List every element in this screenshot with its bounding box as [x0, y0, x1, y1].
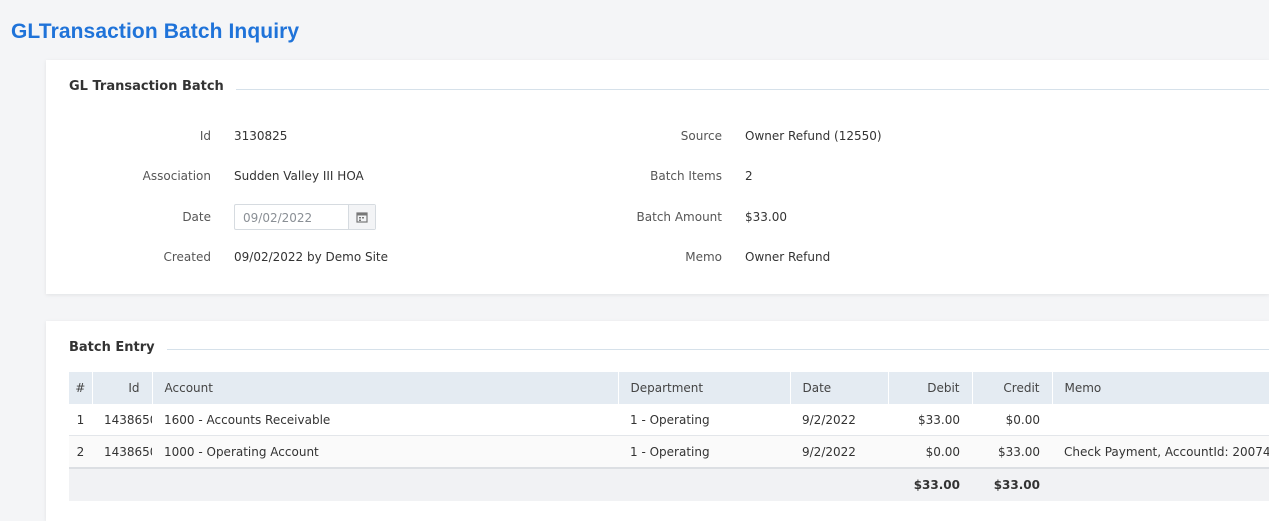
batch-amount-value: $33.00 [745, 210, 787, 224]
column-header-credit[interactable]: Credit [971, 372, 1052, 404]
total-empty [152, 467, 618, 501]
cell-credit: $33.00 [972, 435, 1052, 469]
cell-debit: $33.00 [888, 404, 972, 436]
date-field[interactable]: 09/02/2022 [234, 204, 376, 230]
id-label: Id [199, 129, 211, 143]
column-header-debit[interactable]: Debit [887, 372, 972, 404]
cell-credit: $0.00 [972, 404, 1052, 436]
cell-date: 9/2/2022 [790, 404, 888, 436]
association-value: Sudden Valley III HOA [234, 169, 364, 183]
section-title-batch: GL Transaction Batch [69, 79, 236, 94]
total-credit: $33.00 [972, 467, 1052, 501]
cell-date: 9/2/2022 [790, 435, 888, 469]
cell-account: 1600 - Accounts Receivable [152, 404, 618, 436]
total-empty [790, 467, 888, 501]
batch-entry-table: # Id Account Department Date Debit Credi… [69, 372, 1269, 501]
section-divider [69, 349, 1269, 350]
memo-label: Memo [685, 250, 722, 264]
cell-id: 14386509 [92, 435, 152, 469]
created-label: Created [163, 250, 212, 264]
source-value: Owner Refund (12550) [745, 129, 882, 143]
column-header-department[interactable]: Department [617, 372, 790, 404]
date-field-value: 09/02/2022 [243, 211, 313, 225]
column-header-id[interactable]: Id [91, 372, 152, 404]
source-label: Source [680, 129, 722, 143]
cell-memo: Check Payment, AccountId: 2007466 [1052, 435, 1269, 469]
calendar-icon[interactable] [348, 205, 375, 229]
gl-transaction-batch-panel: GL Transaction Batch Id 3130825 Associat… [46, 60, 1269, 294]
cell-num: 2 [69, 435, 92, 469]
batch-entry-panel: Batch Entry # Id Account Department Date… [46, 321, 1269, 521]
total-debit: $33.00 [888, 467, 972, 501]
column-header-num[interactable]: # [69, 372, 92, 404]
cell-account: 1000 - Operating Account [152, 435, 618, 469]
date-label: Date [182, 210, 211, 224]
total-empty [1052, 467, 1269, 501]
cell-id: 14386508 [92, 404, 152, 436]
id-value: 3130825 [234, 129, 288, 143]
cell-num: 1 [69, 404, 92, 436]
page-title: GLTransaction Batch Inquiry [11, 20, 300, 43]
column-header-memo[interactable]: Memo [1051, 372, 1269, 404]
cell-department: 1 - Operating [618, 404, 790, 436]
batch-items-value: 2 [745, 169, 753, 183]
section-title-entry: Batch Entry [69, 340, 167, 355]
totals-row: $33.00 $33.00 [69, 467, 1269, 501]
memo-value: Owner Refund [745, 250, 831, 264]
section-divider [69, 89, 1269, 90]
cell-department: 1 - Operating [618, 435, 790, 469]
column-header-date[interactable]: Date [789, 372, 888, 404]
table-row[interactable]: 2 14386509 1000 - Operating Account 1 - … [69, 435, 1269, 469]
cell-memo [1052, 404, 1269, 436]
table-row[interactable]: 1 14386508 1600 - Accounts Receivable 1 … [69, 404, 1269, 436]
cell-debit: $0.00 [888, 435, 972, 469]
total-empty [69, 467, 92, 501]
total-empty [92, 467, 152, 501]
batch-items-label: Batch Items [650, 169, 722, 183]
created-value: 09/02/2022 by Demo Site [234, 250, 389, 264]
association-label: Association [142, 169, 211, 183]
total-empty [618, 467, 790, 501]
column-header-account[interactable]: Account [151, 372, 618, 404]
table-header-row: # Id Account Department Date Debit Credi… [69, 372, 1269, 404]
batch-amount-label: Batch Amount [636, 210, 722, 224]
